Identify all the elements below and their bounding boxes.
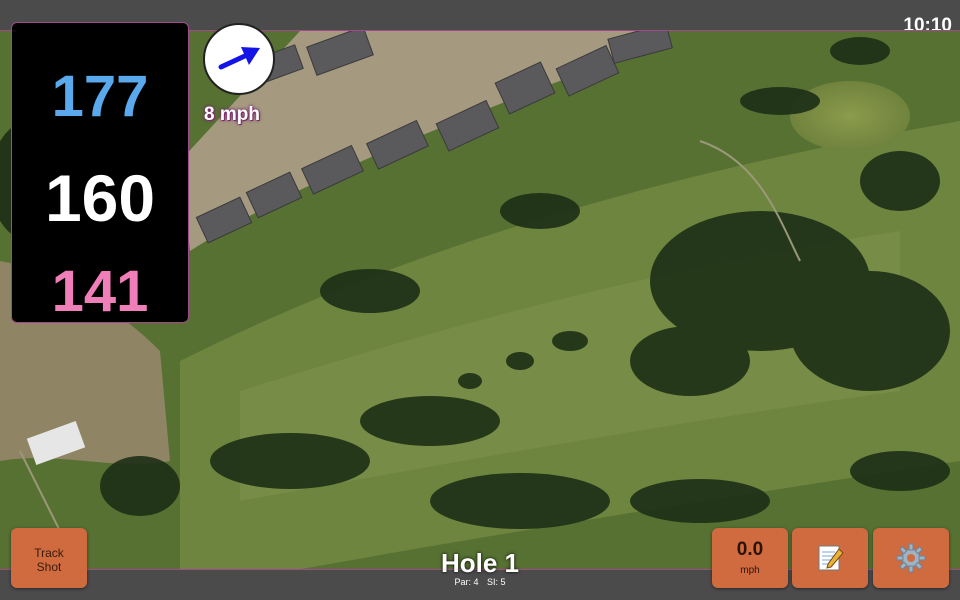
back-yardage: 177 — [51, 64, 149, 129]
track-shot-label-line1: Track — [34, 546, 64, 560]
gear-icon — [896, 543, 926, 573]
track-shot-label-line2: Shot — [36, 560, 62, 574]
notes-button[interactable] — [792, 528, 868, 588]
front-yardage: 141 — [51, 259, 149, 324]
wind-indicator — [203, 23, 275, 95]
hole-info: Par: 4 SI: 5 — [380, 577, 580, 587]
speed-unit: mph — [740, 565, 760, 576]
middle-yardage: 160 — [44, 161, 156, 235]
hole-par: Par: 4 — [454, 577, 479, 587]
track-shot-button[interactable]: Track Shot — [11, 528, 87, 588]
arrow-icon — [218, 47, 260, 70]
wind-speed: 8 mph — [204, 104, 260, 125]
notepad-icon — [818, 545, 844, 571]
settings-button[interactable] — [873, 528, 949, 588]
speed-value: 0.0 — [736, 539, 764, 560]
speed-button[interactable]: 0.0 mph — [712, 528, 788, 588]
hole-stroke-index: SI: 5 — [487, 577, 506, 587]
yardage-panel: 177 160 141 — [11, 22, 189, 324]
hole-title: Hole 1 — [440, 548, 520, 578]
